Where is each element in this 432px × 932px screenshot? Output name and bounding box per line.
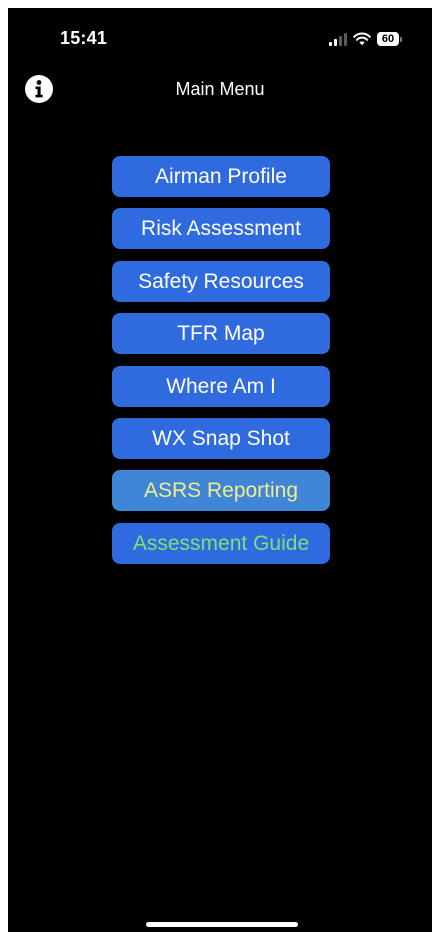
where-am-i-button[interactable]: Where Am I: [112, 365, 330, 407]
battery-level: 60: [377, 32, 399, 46]
asrs-reporting-button[interactable]: ASRS Reporting: [112, 470, 330, 512]
status-time: 15:41: [60, 28, 108, 48]
tfr-map-button[interactable]: TFR Map: [112, 313, 330, 355]
status-icons: 60: [329, 30, 402, 48]
risk-assessment-button[interactable]: Risk Assessment: [112, 208, 330, 250]
status-bar: 15:41 60: [8, 8, 432, 64]
main-menu: Airman Profile Risk Assessment Safety Reso…: [112, 156, 330, 575]
battery-icon: 60: [377, 32, 402, 46]
assessment-guide-button[interactable]: Assessment Guide: [112, 522, 330, 564]
airman-profile-button[interactable]: Airman Profile: [112, 156, 330, 197]
cellular-signal-icon: [329, 32, 347, 46]
page-title: Main Menu: [175, 79, 265, 99]
safety-resources-button[interactable]: Safety Resources: [112, 260, 330, 302]
wifi-icon: [353, 32, 371, 46]
home-indicator[interactable]: [146, 922, 298, 927]
wx-snap-shot-button[interactable]: WX Snap Shot: [112, 417, 330, 459]
navigation-bar: Main Menu: [8, 68, 432, 112]
app-screen: 15:41 60 Main Menu Airman Profile Risk A…: [8, 8, 432, 932]
